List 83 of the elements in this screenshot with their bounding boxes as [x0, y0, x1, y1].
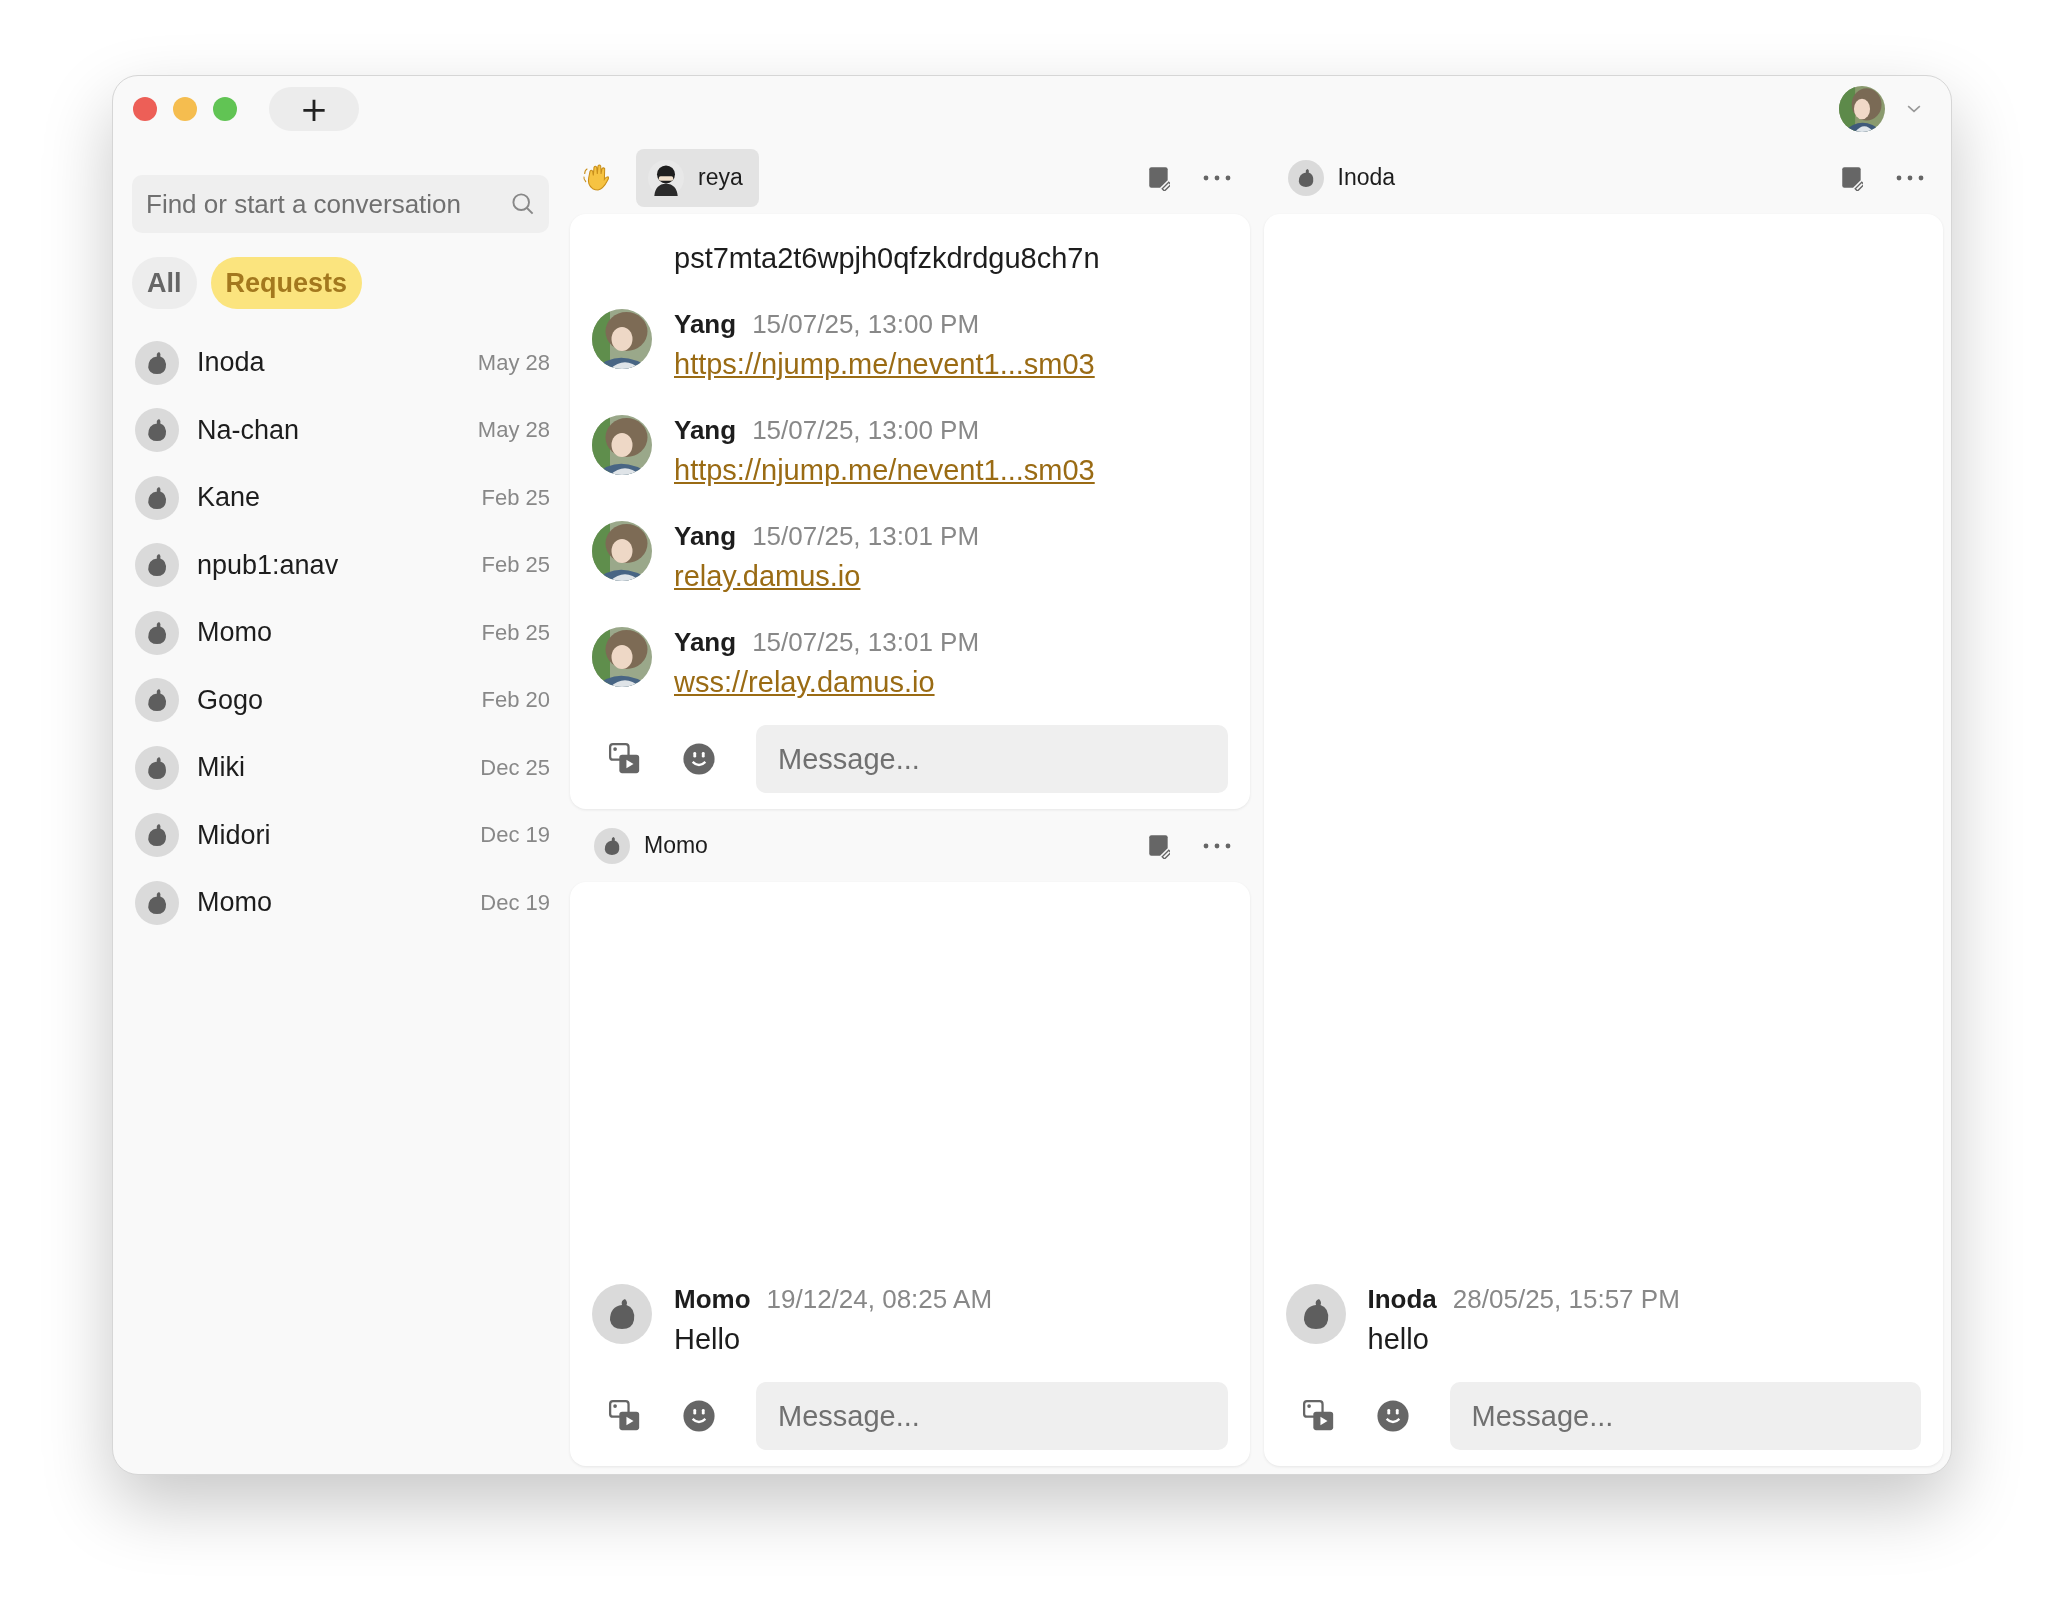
message-link[interactable]: relay.damus.io	[674, 560, 980, 593]
message-field[interactable]: Message...	[756, 1382, 1228, 1450]
conversation-item[interactable]: Inoda May 28	[132, 329, 554, 397]
conversation-item[interactable]: Miki Dec 25	[132, 734, 554, 802]
more-icon[interactable]	[1201, 173, 1232, 182]
message-time: 15/07/25, 13:01 PM	[752, 627, 980, 658]
author-name: Yang	[674, 521, 737, 552]
conversation-name: Miki	[197, 752, 246, 784]
author-name: Yang	[674, 415, 737, 446]
conversation-tab[interactable]: Inoda	[1275, 148, 1412, 207]
search-icon[interactable]	[511, 192, 535, 216]
message-link[interactable]: https://njump.me/nevent1...sm03	[674, 348, 1095, 381]
message-field[interactable]: Message...	[756, 725, 1228, 793]
conversation-tab[interactable]: Momo	[582, 816, 724, 875]
more-icon[interactable]	[1895, 173, 1925, 182]
avatar-icon	[135, 610, 179, 655]
avatar-icon	[135, 408, 179, 453]
message-time: 15/07/25, 13:00 PM	[752, 415, 980, 446]
message-field[interactable]: Message...	[1449, 1382, 1921, 1450]
author-name: Inoda	[1367, 1284, 1437, 1315]
avatar-icon	[594, 827, 630, 864]
conversation-item[interactable]: Momo Feb 25	[132, 599, 554, 667]
message-time: 15/07/25, 13:00 PM	[752, 309, 980, 340]
conversation-item[interactable]: Midori Dec 19	[132, 801, 554, 869]
avatar-icon	[135, 745, 179, 790]
conversation-date: May 28	[477, 349, 550, 376]
emoji-icon[interactable]	[682, 1399, 716, 1433]
message-text: Hello	[674, 1323, 742, 1356]
conversation-name: Gogo	[197, 684, 265, 716]
emoji-icon[interactable]	[1375, 1399, 1410, 1433]
avatar-icon	[135, 543, 179, 588]
conversation-date: Feb 20	[481, 687, 550, 714]
conversation-date: Dec 19	[480, 889, 550, 916]
conversation-tab[interactable]: reya	[636, 148, 759, 207]
media-icon[interactable]	[608, 1399, 642, 1433]
conversation-date: Feb 25	[481, 484, 550, 511]
avatar-icon	[1285, 1284, 1346, 1344]
avatar-icon	[135, 475, 179, 520]
edit-note-icon[interactable]	[1147, 832, 1170, 859]
message-text: pst7mta2t6wpjh0qfzkdrdgu8ch7n	[674, 242, 1100, 275]
avatar-icon	[135, 813, 179, 858]
more-icon[interactable]	[1201, 841, 1232, 850]
avatar-icon	[135, 340, 179, 385]
avatar-icon	[135, 678, 179, 723]
edit-note-icon[interactable]	[1147, 164, 1170, 191]
close-window-button[interactable]	[133, 96, 157, 121]
chevron-down-icon[interactable]	[1907, 103, 1921, 114]
conversation-date: May 28	[477, 417, 550, 444]
avatar-icon	[1287, 159, 1324, 196]
emoji-icon[interactable]	[682, 742, 716, 776]
conversation-name: Midori	[197, 819, 272, 851]
media-icon[interactable]	[608, 742, 642, 776]
conversation-item[interactable]: Na-chan May 28	[132, 396, 554, 464]
message-link[interactable]: wss://relay.damus.io	[674, 666, 980, 699]
message-time: 28/05/25, 15:57 PM	[1452, 1284, 1680, 1315]
author-name: Momo	[674, 1284, 751, 1315]
conversation-name: Na-chan	[197, 414, 301, 446]
conversation-name: Momo	[197, 617, 273, 649]
conversation-item[interactable]: Momo Dec 19	[132, 869, 554, 937]
edit-note-icon[interactable]	[1841, 164, 1863, 191]
search-field[interactable]: Find or start a conversation	[132, 175, 549, 233]
conversation-date: Dec 25	[480, 754, 550, 781]
author-name: Yang	[674, 627, 737, 658]
conversation-date: Dec 19	[480, 822, 550, 849]
message-link[interactable]: https://njump.me/nevent1...sm03	[674, 454, 1095, 487]
media-icon[interactable]	[1301, 1399, 1336, 1433]
conversation-item[interactable]: npub1:anav Feb 25	[132, 531, 554, 599]
author-name: Yang	[674, 309, 737, 340]
message-time: 19/12/24, 08:25 AM	[766, 1284, 993, 1315]
conversation-name: npub1:anav	[197, 549, 340, 581]
conversation-item[interactable]: Gogo Feb 20	[132, 666, 554, 734]
conversation-name: Inoda	[197, 347, 266, 379]
conversation-item[interactable]: Kane Feb 25	[132, 464, 554, 532]
message-time: 15/07/25, 13:01 PM	[752, 521, 980, 552]
filter-tab[interactable]: All	[132, 257, 197, 309]
conversation-date: Feb 25	[481, 552, 550, 579]
avatar-icon	[135, 880, 179, 925]
conversation-date: Feb 25	[481, 619, 550, 646]
avatar-icon	[592, 1284, 652, 1344]
conversation-name: Momo	[197, 887, 273, 919]
conversation-name: Kane	[197, 482, 262, 514]
message-text: hello	[1367, 1323, 1430, 1356]
new-tab-button[interactable]: +	[269, 86, 359, 131]
